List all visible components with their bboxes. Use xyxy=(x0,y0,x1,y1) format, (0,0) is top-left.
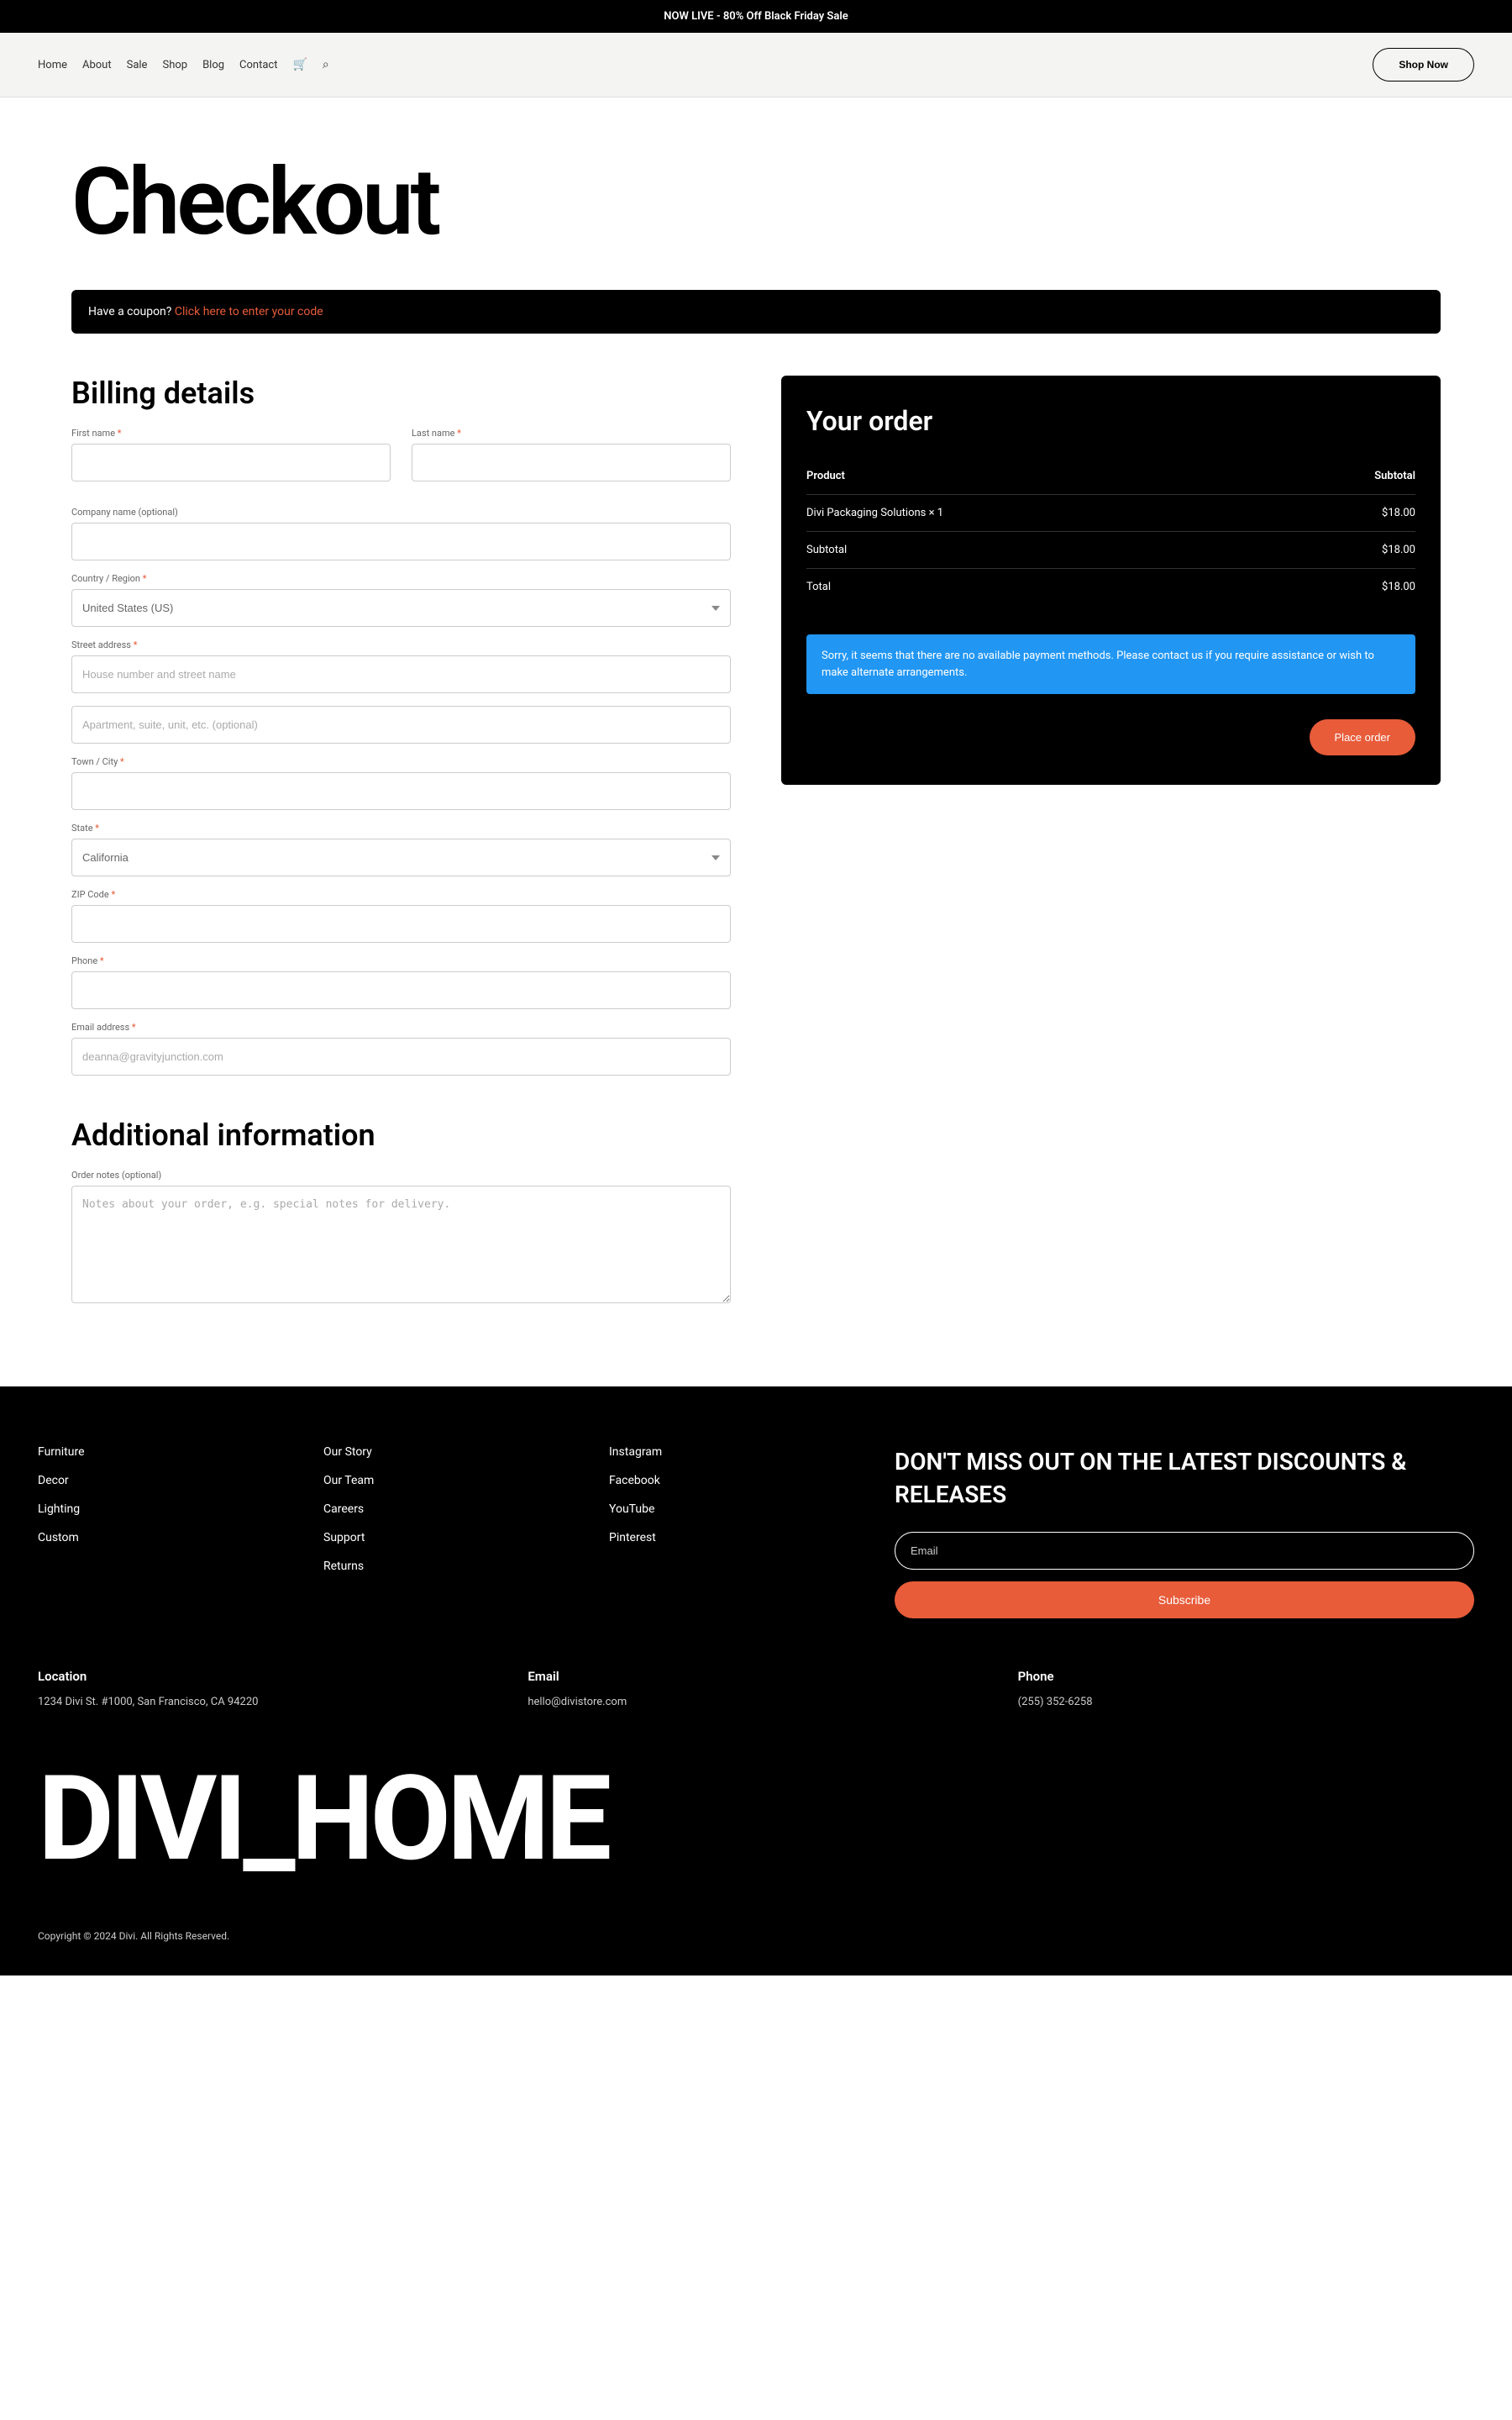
footer-col-2: Our Story Our Team Careers Support Retur… xyxy=(323,1445,575,1618)
order-subtotal-row: Subtotal $18.00 xyxy=(806,532,1415,569)
footer-link[interactable]: Returns xyxy=(323,1560,575,1573)
additional-title: Additional information xyxy=(71,1118,731,1153)
country-label: Country / Region * xyxy=(71,573,731,584)
coupon-prompt: Have a coupon? xyxy=(88,305,175,318)
notes-label: Order notes (optional) xyxy=(71,1170,731,1181)
footer-logo: DIVI_HOME xyxy=(38,1750,1474,1888)
location-label: Location xyxy=(38,1669,494,1684)
nav-sale[interactable]: Sale xyxy=(127,59,148,71)
footer-link[interactable]: Our Story xyxy=(323,1445,575,1459)
email-label: Email address * xyxy=(71,1022,731,1033)
phone-input[interactable] xyxy=(71,971,731,1009)
zip-input[interactable] xyxy=(71,905,731,943)
cart-icon[interactable]: 🛒 xyxy=(292,58,307,71)
city-input[interactable] xyxy=(71,772,731,810)
street-input[interactable] xyxy=(71,655,731,693)
nav-contact[interactable]: Contact xyxy=(239,59,277,71)
page-title: Checkout xyxy=(71,148,1441,256)
billing-title: Billing details xyxy=(71,376,731,411)
first-name-input[interactable] xyxy=(71,444,391,481)
footer-link[interactable]: Furniture xyxy=(38,1445,290,1459)
first-name-label: First name * xyxy=(71,428,391,439)
state-label: State * xyxy=(71,823,731,834)
phone-block: Phone (255) 352-6258 xyxy=(1018,1669,1474,1708)
subtotal-label: Subtotal xyxy=(806,544,847,556)
newsletter-section: DON'T MISS OUT ON THE LATEST DISCOUNTS &… xyxy=(895,1445,1474,1618)
last-name-label: Last name * xyxy=(412,428,731,439)
notes-textarea[interactable] xyxy=(71,1186,731,1303)
order-total-row: Total $18.00 xyxy=(806,569,1415,605)
newsletter-email-input[interactable] xyxy=(895,1532,1474,1570)
email-block: Email hello@divistore.com xyxy=(528,1669,984,1708)
footer-link[interactable]: Our Team xyxy=(323,1474,575,1487)
order-title: Your order xyxy=(806,405,1415,437)
email-input[interactable] xyxy=(71,1038,731,1076)
city-label: Town / City * xyxy=(71,756,731,767)
email-contact-value: hello@divistore.com xyxy=(528,1696,984,1708)
footer-link[interactable]: Support xyxy=(323,1531,575,1544)
subtotal-header: Subtotal xyxy=(1374,470,1415,482)
last-name-input[interactable] xyxy=(412,444,731,481)
order-header-row: Product Subtotal xyxy=(806,458,1415,495)
copyright: Copyright © 2024 Divi. All Rights Reserv… xyxy=(38,1930,1474,1942)
footer-link[interactable]: Custom xyxy=(38,1531,290,1544)
state-select[interactable]: California xyxy=(71,839,731,876)
total-value: $18.00 xyxy=(1382,581,1415,593)
place-order-button[interactable]: Place order xyxy=(1310,719,1415,755)
shop-now-button[interactable]: Shop Now xyxy=(1373,48,1474,82)
newsletter-title: DON'T MISS OUT ON THE LATEST DISCOUNTS &… xyxy=(895,1445,1474,1511)
billing-section: Billing details First name * Last name *… xyxy=(71,376,731,1319)
street-label: Street address * xyxy=(71,639,731,650)
order-section: Your order Product Subtotal Divi Packagi… xyxy=(781,376,1441,1319)
product-header: Product xyxy=(806,470,845,482)
location-block: Location 1234 Divi St. #1000, San Franci… xyxy=(38,1669,494,1708)
footer-link[interactable]: Decor xyxy=(38,1474,290,1487)
item-price: $18.00 xyxy=(1382,507,1415,519)
order-box: Your order Product Subtotal Divi Packagi… xyxy=(781,376,1441,785)
email-contact-label: Email xyxy=(528,1669,984,1684)
nav-about[interactable]: About xyxy=(82,59,112,71)
item-name: Divi Packaging Solutions × 1 xyxy=(806,507,943,519)
phone-contact-label: Phone xyxy=(1018,1669,1474,1684)
phone-contact-value: (255) 352-6258 xyxy=(1018,1696,1474,1708)
footer-link[interactable]: Facebook xyxy=(609,1474,861,1487)
footer-col-1: Furniture Decor Lighting Custom xyxy=(38,1445,290,1618)
total-label: Total xyxy=(806,581,831,593)
nav-home[interactable]: Home xyxy=(38,59,67,71)
subscribe-button[interactable]: Subscribe xyxy=(895,1581,1474,1618)
footer-link[interactable]: Careers xyxy=(323,1502,575,1516)
footer-link[interactable]: YouTube xyxy=(609,1502,861,1516)
main-nav: Home About Sale Shop Blog Contact 🛒 ⌕ xyxy=(38,58,329,71)
coupon-bar: Have a coupon? Click here to enter your … xyxy=(71,290,1441,334)
footer-link[interactable]: Lighting xyxy=(38,1502,290,1516)
site-footer: Furniture Decor Lighting Custom Our Stor… xyxy=(0,1386,1512,1975)
payment-notice: Sorry, it seems that there are no availa… xyxy=(806,634,1415,694)
subtotal-value: $18.00 xyxy=(1382,544,1415,556)
footer-link[interactable]: Instagram xyxy=(609,1445,861,1459)
country-select[interactable]: United States (US) xyxy=(71,589,731,627)
coupon-link[interactable]: Click here to enter your code xyxy=(175,305,323,318)
company-input[interactable] xyxy=(71,523,731,560)
location-value: 1234 Divi St. #1000, San Francisco, CA 9… xyxy=(38,1696,494,1708)
nav-shop[interactable]: Shop xyxy=(162,59,187,71)
footer-col-3: Instagram Facebook YouTube Pinterest xyxy=(609,1445,861,1618)
company-label: Company name (optional) xyxy=(71,507,731,518)
zip-label: ZIP Code * xyxy=(71,889,731,900)
search-icon[interactable]: ⌕ xyxy=(323,58,329,71)
promo-banner: NOW LIVE - 80% Off Black Friday Sale xyxy=(0,0,1512,33)
nav-blog[interactable]: Blog xyxy=(202,59,224,71)
footer-link[interactable]: Pinterest xyxy=(609,1531,861,1544)
order-item-row: Divi Packaging Solutions × 1 $18.00 xyxy=(806,495,1415,532)
street2-input[interactable] xyxy=(71,706,731,744)
phone-label: Phone * xyxy=(71,955,731,966)
site-header: Home About Sale Shop Blog Contact 🛒 ⌕ Sh… xyxy=(0,33,1512,97)
